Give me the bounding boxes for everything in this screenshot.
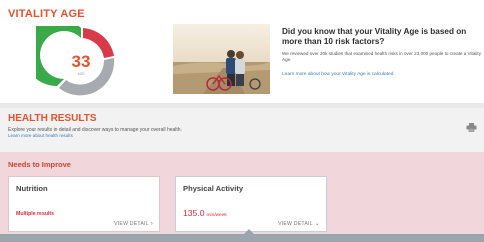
nutrition-view-detail-label: VIEW DETAIL <box>114 221 149 227</box>
physical-activity-view-detail-label: VIEW DETAIL <box>278 221 313 227</box>
health-results-learn-more-link[interactable]: Learn more about health results <box>8 133 73 138</box>
chevron-right-icon: › <box>150 221 153 227</box>
detail-panel-edge <box>0 234 484 242</box>
vitality-age-sub: AGE <box>78 72 85 76</box>
callout-title: Did you know that your Vitality Age is b… <box>282 27 467 46</box>
nutrition-card-title: Nutrition <box>16 184 48 193</box>
physical-activity-card-title: Physical Activity <box>183 184 244 193</box>
callout-body: We reviewed over 20k studies that examin… <box>282 51 482 63</box>
physical-activity-value-wrap: 135.0 min/week <box>183 208 227 218</box>
health-results-section: HEALTH RESULTS Explore your results in d… <box>0 108 484 152</box>
nutrition-view-detail-link[interactable]: VIEW DETAIL › <box>114 221 153 227</box>
vitality-age-learn-more-link[interactable]: Learn more about how your Vitality Age i… <box>282 72 482 77</box>
nutrition-card[interactable]: Nutrition Multiple results VIEW DETAIL › <box>8 176 160 232</box>
physical-activity-card[interactable]: Physical Activity 135.0 min/week VIEW DET… <box>175 176 327 232</box>
couple-photo <box>173 24 270 94</box>
needs-to-improve-section: Needs to Improve Nutrition Multiple resu… <box>0 152 484 242</box>
vitality-age-card: VITALITY AGE 33 AGE Did you know that yo… <box>0 0 484 103</box>
physical-activity-value: 135.0 <box>183 208 205 218</box>
physical-activity-unit: min/week <box>206 213 227 218</box>
vitality-age-gauge: 33 AGE <box>36 26 115 96</box>
vitality-age-value: 33 <box>72 52 91 71</box>
needs-to-improve-title: Needs to Improve <box>8 160 71 169</box>
chevron-down-icon: ⌄ <box>314 221 320 227</box>
vitality-age-title: VITALITY AGE <box>8 8 85 20</box>
physical-activity-view-detail-link[interactable]: VIEW DETAIL ⌄ <box>278 220 320 227</box>
print-icon[interactable] <box>466 123 477 132</box>
health-results-title: HEALTH RESULTS <box>8 113 97 124</box>
nutrition-card-status: Multiple results <box>16 211 55 217</box>
